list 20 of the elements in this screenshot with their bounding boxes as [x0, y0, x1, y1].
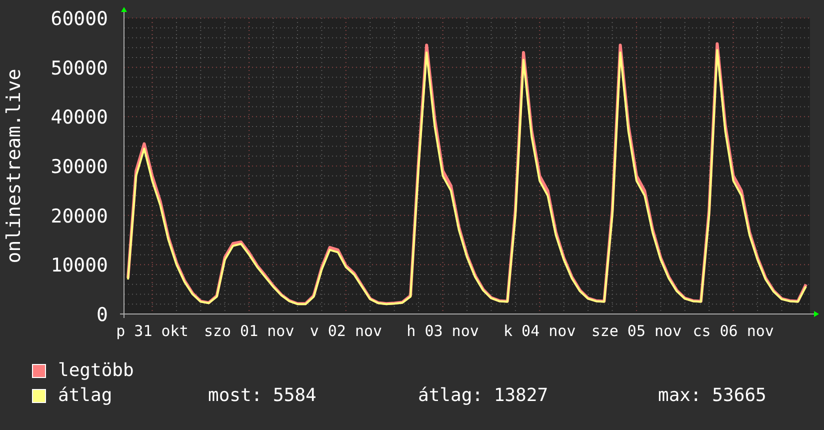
y-tick-label: 50000: [50, 57, 108, 80]
x-tick-label: k 04 nov: [504, 322, 576, 340]
y-tick-label: 60000: [50, 8, 108, 30]
x-tick-label: p 31 okt: [116, 322, 188, 340]
y-axis-title: onlinestream.live: [3, 68, 25, 264]
x-tick-label: cs 06 nov: [692, 322, 774, 340]
y-tick-label: 0: [96, 304, 108, 326]
stat-value: max: 53665: [658, 385, 766, 406]
x-tick-label: szo 01 nov: [204, 322, 294, 340]
y-tick-label: 20000: [50, 205, 108, 228]
y-tick-label: 40000: [50, 106, 108, 129]
legend-label: átlag: [58, 385, 114, 406]
stat-value: most: 5584: [208, 385, 318, 406]
stat-value: átlag: 13827: [418, 385, 550, 406]
legend-label: legtöbb: [58, 360, 134, 381]
x-tick-label: sze 05 nov: [591, 322, 682, 340]
x-tick-label: h 03 nov: [406, 322, 479, 340]
x-tick-label: v 02 nov: [310, 322, 382, 340]
y-tick-label: 10000: [50, 254, 108, 277]
y-tick-label: 30000: [50, 156, 108, 178]
